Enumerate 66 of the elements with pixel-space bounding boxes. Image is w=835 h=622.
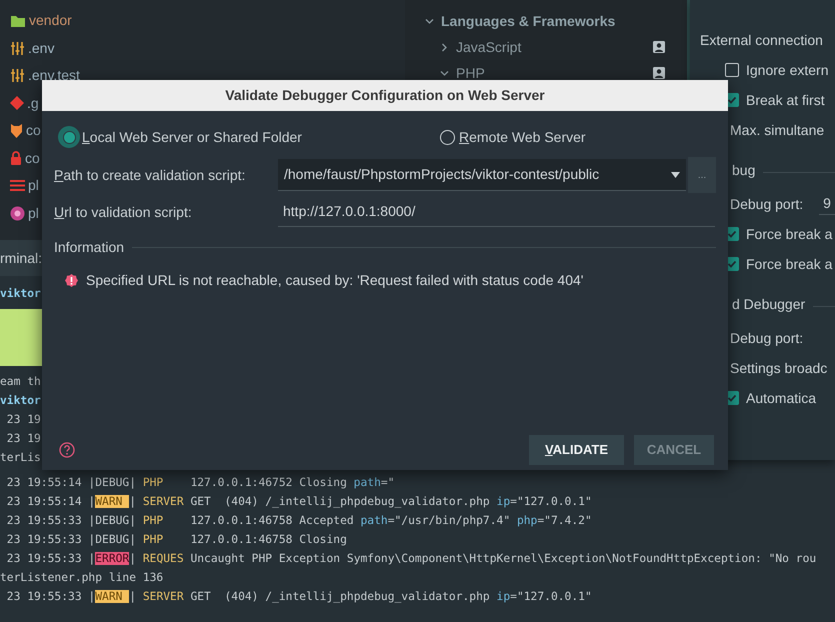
- error-message: Specified URL is not reachable, caused by: 'Request failed with status code 404': [86, 270, 584, 290]
- radio-label: Local Web Server or Shared Folder: [82, 128, 302, 146]
- file-tree-item[interactable]: co: [25, 148, 40, 169]
- badge-icon: [10, 206, 25, 221]
- checkbox-label: Ignore extern: [746, 60, 828, 80]
- log-line: 23 19:55:33 |WARN | SERVER GET (404) /_intellij_phpdebug_validator.php ip="127.0.0.1": [6, 589, 593, 605]
- file-tree-item[interactable]: pl: [28, 202, 39, 224]
- person-icon: [653, 41, 665, 53]
- log-line: 23 19:55:33 |DEBUG| PHP 127.0.0.1:46758 Accepted path="/usr/bin/php7.4" php="7.4.2": [6, 513, 593, 529]
- log-line: terListener.php line 136: [0, 570, 164, 586]
- url-field[interactable]: http://127.0.0.1:8000/: [278, 197, 715, 227]
- checkbox-label: Automatica: [746, 388, 816, 408]
- terminal-line: 23 19: [6, 432, 41, 445]
- chevron-down-icon[interactable]: [425, 16, 434, 26]
- log-line: 23 19:55:14 |DEBUG| PHP 127.0.0.1:46752 Closing path=": [6, 475, 396, 491]
- section-title: bug: [732, 161, 756, 180]
- browse-button[interactable]: ...: [688, 157, 716, 193]
- field-label: Url to validation script:: [54, 202, 193, 222]
- checkbox-label: Break at first: [746, 90, 825, 110]
- lock-icon: [10, 151, 22, 166]
- checkbox-label: Force break a: [746, 254, 832, 274]
- radio-label: Remote Web Server: [459, 128, 586, 146]
- file-tree-item[interactable]: .env: [28, 38, 54, 59]
- checkbox-label: Force break a: [746, 224, 832, 244]
- dialog-title: Validate Debugger Configuration on Web Server: [42, 80, 728, 111]
- section-heading: External connection: [700, 30, 823, 50]
- radio-button[interactable]: [440, 130, 455, 144]
- path-combobox[interactable]: /home/faust/PhpstormProjects/viktor-contest/public: [278, 159, 686, 191]
- shield-icon: [10, 123, 23, 138]
- file-tree-item[interactable]: co: [26, 120, 41, 142]
- field-label: Path to create validation script:: [54, 166, 246, 185]
- sliders-icon: [10, 69, 25, 82]
- diamond-icon: [10, 96, 24, 110]
- file-tree-item[interactable]: pl: [28, 175, 39, 196]
- setting-label: Settings broadc: [730, 358, 828, 378]
- checkbox[interactable]: [725, 63, 739, 77]
- terminal-tab[interactable]: rminal:: [0, 248, 42, 268]
- terminal-line: eam th: [0, 375, 41, 388]
- folder-icon: [10, 14, 26, 28]
- setting-label: Debug port:: [730, 328, 804, 348]
- port-field[interactable]: 9: [819, 193, 835, 215]
- terminal-prompt: viktor: [0, 394, 41, 407]
- file-tree-item[interactable]: vendor: [29, 10, 72, 32]
- terminal-prompt: viktor: [0, 287, 41, 300]
- radio-button[interactable]: [58, 126, 80, 148]
- person-icon: [653, 67, 665, 79]
- sliders-icon: [10, 42, 25, 55]
- log-line: 23 19:55:33 |ERROR| REQUES Uncaught PHP Exception Symfony\Component\HttpKernel\Exception\NotFoundHttpException: "No rou: [6, 551, 818, 567]
- setting-label: Debug port:: [730, 194, 804, 214]
- dropdown-arrow-icon: [671, 172, 680, 178]
- terminal-line: 23 19: [6, 413, 41, 426]
- log-line: 23 19:55:33 |DEBUG| PHP 127.0.0.1:46758 Closing: [6, 532, 348, 548]
- help-icon[interactable]: [59, 442, 75, 458]
- chevron-right-icon[interactable]: [440, 42, 449, 52]
- section-title: d Debugger: [732, 295, 806, 314]
- error-icon: [65, 274, 78, 286]
- tree-item[interactable]: Languages & Frameworks: [441, 10, 616, 32]
- file-tree-item[interactable]: .g: [27, 92, 39, 114]
- log-line: 23 19:55:14 |WARN | SERVER GET (404) /_intellij_phpdebug_validator.php ip="127.0.0.1": [6, 494, 593, 510]
- list-icon: [10, 179, 25, 192]
- terminal-line: terLis: [0, 451, 41, 464]
- setting-label: Max. simultane: [730, 120, 824, 140]
- section-title: Information: [54, 238, 124, 256]
- tree-item[interactable]: JavaScript: [456, 36, 522, 58]
- chevron-down-icon[interactable]: [440, 68, 449, 78]
- validate-button[interactable]: VALIDATE: [529, 435, 624, 465]
